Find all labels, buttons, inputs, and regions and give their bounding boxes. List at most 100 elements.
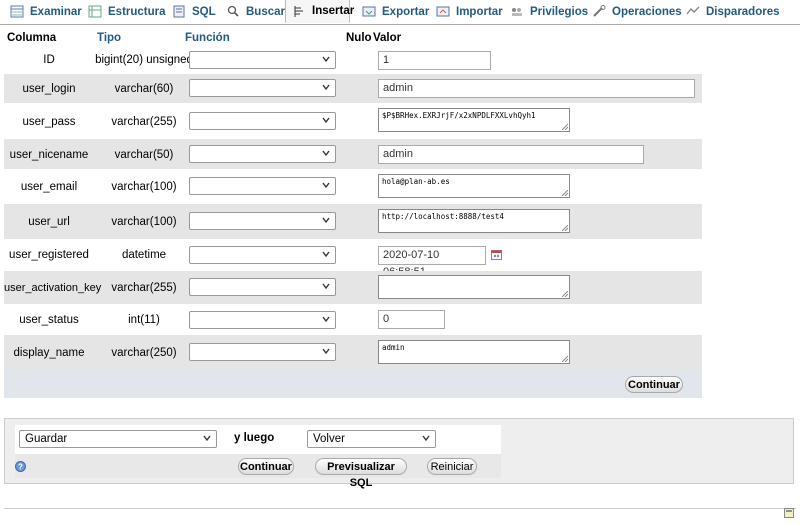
preview-sql-button[interactable]: Previsualizar SQL <box>315 458 407 489</box>
chevron-down-icon <box>322 117 330 124</box>
column-type: varchar(50) <box>114 149 174 161</box>
table-row: user_status int(11) 0 <box>4 304 702 335</box>
action-select[interactable]: Guardar <box>19 430 217 448</box>
column-name: user_login <box>22 83 76 95</box>
tab-label: Examinar <box>30 5 82 18</box>
column-type: datetime <box>121 249 167 261</box>
console-icon[interactable] <box>784 508 794 518</box>
value-textarea-user-activation-key[interactable] <box>378 275 570 299</box>
chevron-down-icon <box>203 435 211 442</box>
table-row: display_name varchar(250) admin <box>4 335 702 370</box>
chevron-down-icon <box>322 56 330 63</box>
resize-handle-icon <box>562 225 568 231</box>
insert-icon <box>292 5 306 18</box>
resize-handle-icon <box>562 124 568 130</box>
function-select[interactable] <box>189 246 336 264</box>
tab-label: Operaciones <box>612 5 682 18</box>
chevron-down-icon <box>322 348 330 355</box>
value-textarea-display-name[interactable]: admin <box>378 340 570 364</box>
tab-exportar[interactable]: Exportar <box>362 0 430 23</box>
function-select[interactable] <box>189 112 336 130</box>
table-row: ID bigint(20) unsigned 1 <box>4 47 702 74</box>
continue-button[interactable]: Continuar <box>625 376 683 393</box>
chevron-down-icon <box>422 435 430 442</box>
function-select[interactable] <box>189 212 336 230</box>
table-row: user_pass varchar(255) $P$BRHex.EXRJrjF/… <box>4 103 702 139</box>
column-type: varchar(255) <box>111 282 177 294</box>
column-type: bigint(20) unsigned <box>95 54 193 66</box>
continue-button-bottom[interactable]: Continuar <box>238 458 294 475</box>
table-row: user_login varchar(60) admin <box>4 74 702 103</box>
svg-text:?: ? <box>18 463 23 472</box>
tab-importar[interactable]: Importar <box>436 0 503 23</box>
tab-label: Insertar <box>312 5 355 17</box>
function-select[interactable] <box>189 278 336 296</box>
header-funcion[interactable]: Función <box>185 32 230 44</box>
column-type: varchar(100) <box>111 181 177 193</box>
tab-operaciones[interactable]: Operaciones <box>592 0 682 23</box>
column-name: user_registered <box>9 249 89 261</box>
calendar-icon[interactable] <box>491 249 502 260</box>
tab-label: SQL <box>192 5 216 18</box>
function-select[interactable] <box>189 51 336 69</box>
chevron-down-icon <box>322 150 330 157</box>
value-input-user-status[interactable]: 0 <box>378 310 445 329</box>
value-input-user-login[interactable]: admin <box>378 79 695 98</box>
column-name: user_activation_key <box>4 282 102 294</box>
column-name: user_status <box>19 314 79 326</box>
triggers-icon <box>686 5 700 18</box>
value-input-user-registered[interactable]: 2020-07-10 06:58:51 <box>378 246 486 278</box>
value-input-id[interactable]: 1 <box>378 51 491 70</box>
value-textarea-user-pass[interactable]: $P$BRHex.EXRJrjF/x2xNPDLFXXLvhQyh1 <box>378 108 570 132</box>
tab-label: Exportar <box>382 5 430 18</box>
chevron-down-icon <box>322 217 330 224</box>
tab-privilegios[interactable]: Privilegios <box>510 0 589 23</box>
header-columna: Columna <box>7 32 57 44</box>
table-row: user_registered datetime 2020-07-10 06:5… <box>4 239 702 278</box>
function-select[interactable] <box>189 311 336 329</box>
function-select[interactable] <box>189 145 336 163</box>
tab-examinar[interactable]: Examinar <box>10 0 82 23</box>
privileges-icon <box>510 5 524 18</box>
tab-bar: Examinar Estructura SQL Buscar Insertar … <box>0 0 800 25</box>
table-header: Columna Tipo Función Nulo Valor <box>4 32 702 45</box>
table-row: user_url varchar(100) http://localhost:8… <box>4 204 702 239</box>
then-label: y luego <box>234 432 275 444</box>
column-type: varchar(60) <box>114 83 174 95</box>
column-type: varchar(100) <box>111 216 177 228</box>
table-row: user_email varchar(100) hola@plan-ab.es <box>4 169 702 204</box>
column-type: varchar(250) <box>111 347 177 359</box>
chevron-down-icon <box>322 251 330 258</box>
tab-sql[interactable]: SQL <box>172 0 216 23</box>
chevron-down-icon <box>322 182 330 189</box>
function-select[interactable] <box>189 79 336 97</box>
reset-button[interactable]: Reiniciar <box>427 458 477 475</box>
value-input-user-nicename[interactable]: admin <box>378 145 644 164</box>
function-select[interactable] <box>189 177 336 195</box>
function-select[interactable] <box>189 343 336 361</box>
search-icon <box>226 5 240 18</box>
column-name: display_name <box>13 347 85 359</box>
tab-insertar[interactable]: Insertar <box>285 0 354 23</box>
help-icon[interactable]: ? <box>15 461 26 472</box>
column-name: user_email <box>20 181 78 193</box>
value-textarea-user-url[interactable]: http://localhost:8888/test4 <box>378 209 570 233</box>
table-row: user_activation_key varchar(255) <box>4 271 702 304</box>
structure-icon <box>88 5 102 18</box>
tab-disparadores[interactable]: Disparadores <box>686 0 780 23</box>
then-select[interactable]: Volver <box>307 430 436 448</box>
header-nulo: Nulo <box>346 32 372 44</box>
column-type: varchar(255) <box>111 116 177 128</box>
tab-estructura[interactable]: Estructura <box>88 0 166 23</box>
header-tipo[interactable]: Tipo <box>97 32 121 44</box>
import-icon <box>436 5 450 18</box>
column-name: user_nicename <box>9 149 89 161</box>
tab-buscar[interactable]: Buscar <box>226 0 285 23</box>
tab-label: Importar <box>456 5 503 18</box>
chevron-down-icon <box>322 283 330 290</box>
column-name: user_url <box>28 216 70 228</box>
value-textarea-user-email[interactable]: hola@plan-ab.es <box>378 174 570 198</box>
column-type: int(11) <box>128 314 160 326</box>
browse-icon <box>10 5 24 18</box>
export-icon <box>362 5 376 18</box>
